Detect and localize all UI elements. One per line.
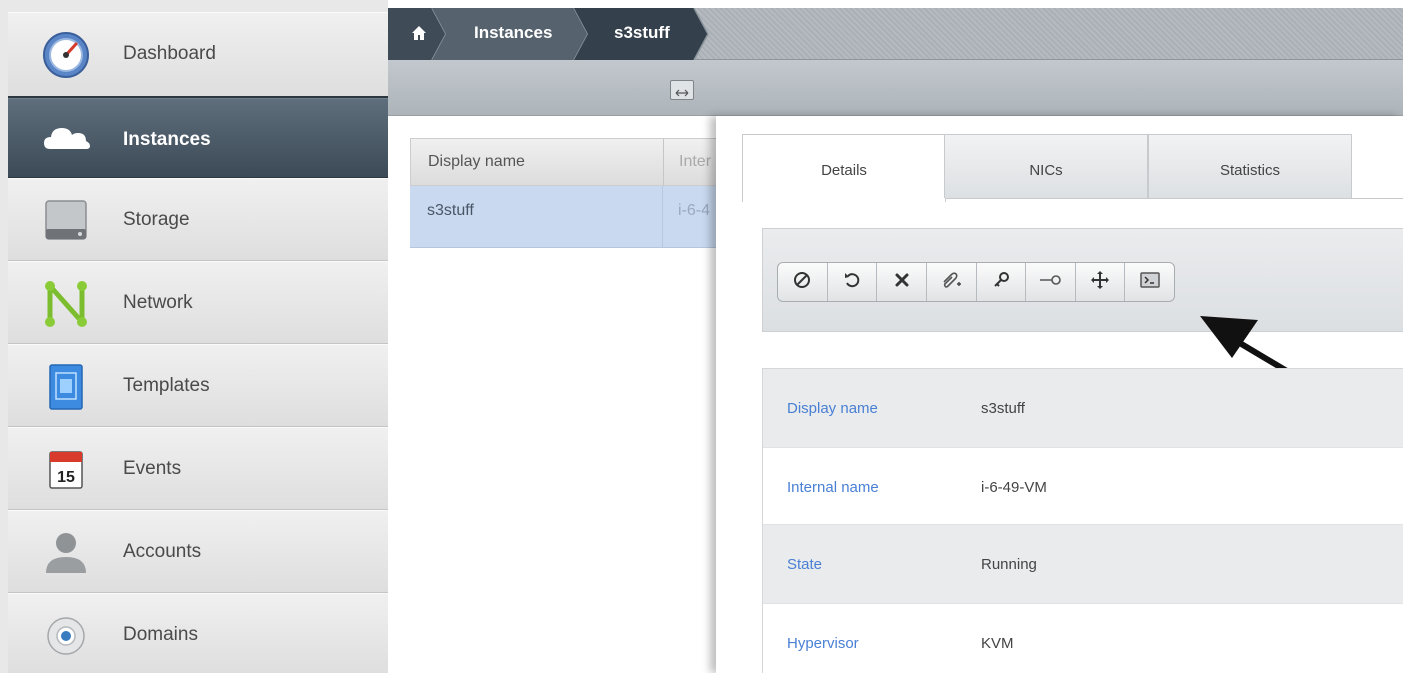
calendar-icon: 15 — [40, 444, 92, 496]
table-header: Display name Inter — [410, 138, 718, 186]
action-button-group — [777, 262, 1175, 302]
expand-panel-button[interactable] — [670, 80, 694, 100]
sidebar-item-accounts[interactable]: Accounts — [8, 510, 388, 593]
user-icon — [40, 527, 92, 579]
field-value: KVM — [981, 635, 1014, 652]
breadcrumb-label: s3stuff — [614, 23, 670, 42]
reboot-icon — [842, 270, 862, 295]
sidebar-item-templates[interactable]: Templates — [8, 344, 388, 427]
detail-toolbar — [718, 60, 1403, 116]
sidebar-item-label: Instances — [123, 129, 211, 150]
tab-label: Details — [821, 162, 867, 179]
destroy-button[interactable] — [877, 263, 927, 301]
cell-internal-name: i-6-4 — [678, 202, 711, 219]
svg-text:15: 15 — [57, 469, 75, 486]
tab-label: NICs — [1029, 162, 1063, 179]
breadcrumb-item-instances[interactable]: Instances — [432, 8, 590, 60]
sidebar-item-label: Events — [123, 458, 182, 479]
domain-icon — [40, 610, 92, 662]
detail-row-hypervisor: Hypervisor KVM — [763, 603, 1403, 673]
stop-icon — [792, 270, 812, 295]
reset-password-icon — [991, 270, 1011, 295]
column-divider — [662, 186, 663, 248]
sidebar-item-label: Network — [123, 292, 193, 313]
migrate-button[interactable] — [1076, 263, 1126, 301]
template-icon — [40, 361, 92, 413]
dashboard-gauge-icon — [40, 29, 92, 81]
console-icon — [1139, 271, 1160, 294]
cell-display-name: s3stuff — [427, 202, 474, 219]
detail-row-internal-name: Internal name i-6-49-VM — [763, 447, 1403, 525]
console-button[interactable] — [1125, 263, 1174, 301]
expand-arrows-icon — [675, 85, 689, 103]
tab-details[interactable]: Details — [742, 134, 946, 202]
sidebar-item-dashboard[interactable]: Dashboard — [8, 12, 388, 98]
table-row[interactable]: s3stuff i-6-4 — [410, 186, 718, 248]
list-toolbar — [388, 60, 718, 116]
tab-nics[interactable]: NICs — [944, 134, 1148, 198]
breadcrumb-label: Instances — [474, 23, 553, 42]
hard-drive-icon — [40, 195, 92, 247]
breadcrumb: Instances s3stuff — [388, 8, 1403, 60]
sidebar-item-label: Accounts — [123, 541, 202, 562]
field-value: i-6-49-VM — [981, 479, 1047, 496]
sidebar-item-label: Storage — [123, 209, 190, 230]
reset-password-button[interactable] — [977, 263, 1027, 301]
sidebar-item-storage[interactable]: Storage — [8, 178, 388, 261]
tab-divider — [946, 198, 1403, 199]
tab-label: Statistics — [1219, 162, 1280, 179]
column-header-display-name[interactable]: Display name — [428, 153, 525, 171]
sidebar-item-label: Dashboard — [123, 43, 216, 64]
field-value: s3stuff — [981, 400, 1025, 417]
detail-row-state: State Running — [763, 525, 1403, 603]
instance-list: Display name Inter s3stuff i-6-4 — [388, 116, 718, 673]
field-label: Display name — [787, 400, 878, 417]
cloud-icon — [40, 113, 92, 165]
breadcrumb-item-current[interactable]: s3stuff — [574, 8, 710, 60]
sidebar-item-instances[interactable]: Instances — [8, 98, 388, 178]
tab-statistics[interactable]: Statistics — [1148, 134, 1352, 198]
column-header-internal-name[interactable]: Inter — [679, 153, 711, 171]
stop-button[interactable] — [778, 263, 828, 301]
attach-iso-button[interactable] — [927, 263, 977, 301]
network-icon — [40, 278, 92, 330]
sidebar: Dashboard Instances Storage Network Temp… — [0, 0, 388, 673]
field-label: Internal name — [787, 479, 879, 496]
change-service-offering-icon — [1038, 270, 1062, 295]
field-label: State — [787, 556, 823, 573]
column-divider — [663, 139, 664, 185]
field-value: Running — [981, 556, 1037, 573]
attach-iso-icon — [940, 270, 962, 295]
field-label: Hypervisor — [787, 635, 859, 652]
detail-panel: Details NICs Statistics Display name s3s… — [716, 116, 1403, 673]
destroy-icon — [892, 270, 912, 295]
sidebar-item-label: Templates — [123, 375, 210, 396]
detail-fields: Display name s3stuff Internal name i-6-4… — [762, 368, 1403, 673]
sidebar-item-network[interactable]: Network — [8, 261, 388, 344]
change-service-offering-button[interactable] — [1026, 263, 1076, 301]
sidebar-item-events[interactable]: 15 Events — [8, 427, 388, 510]
sidebar-item-label: Domains — [123, 624, 198, 645]
detail-row-display-name: Display name s3stuff — [763, 369, 1403, 447]
migrate-icon — [1090, 270, 1110, 295]
sidebar-item-domains[interactable]: Domains — [8, 593, 388, 673]
reboot-button[interactable] — [828, 263, 878, 301]
